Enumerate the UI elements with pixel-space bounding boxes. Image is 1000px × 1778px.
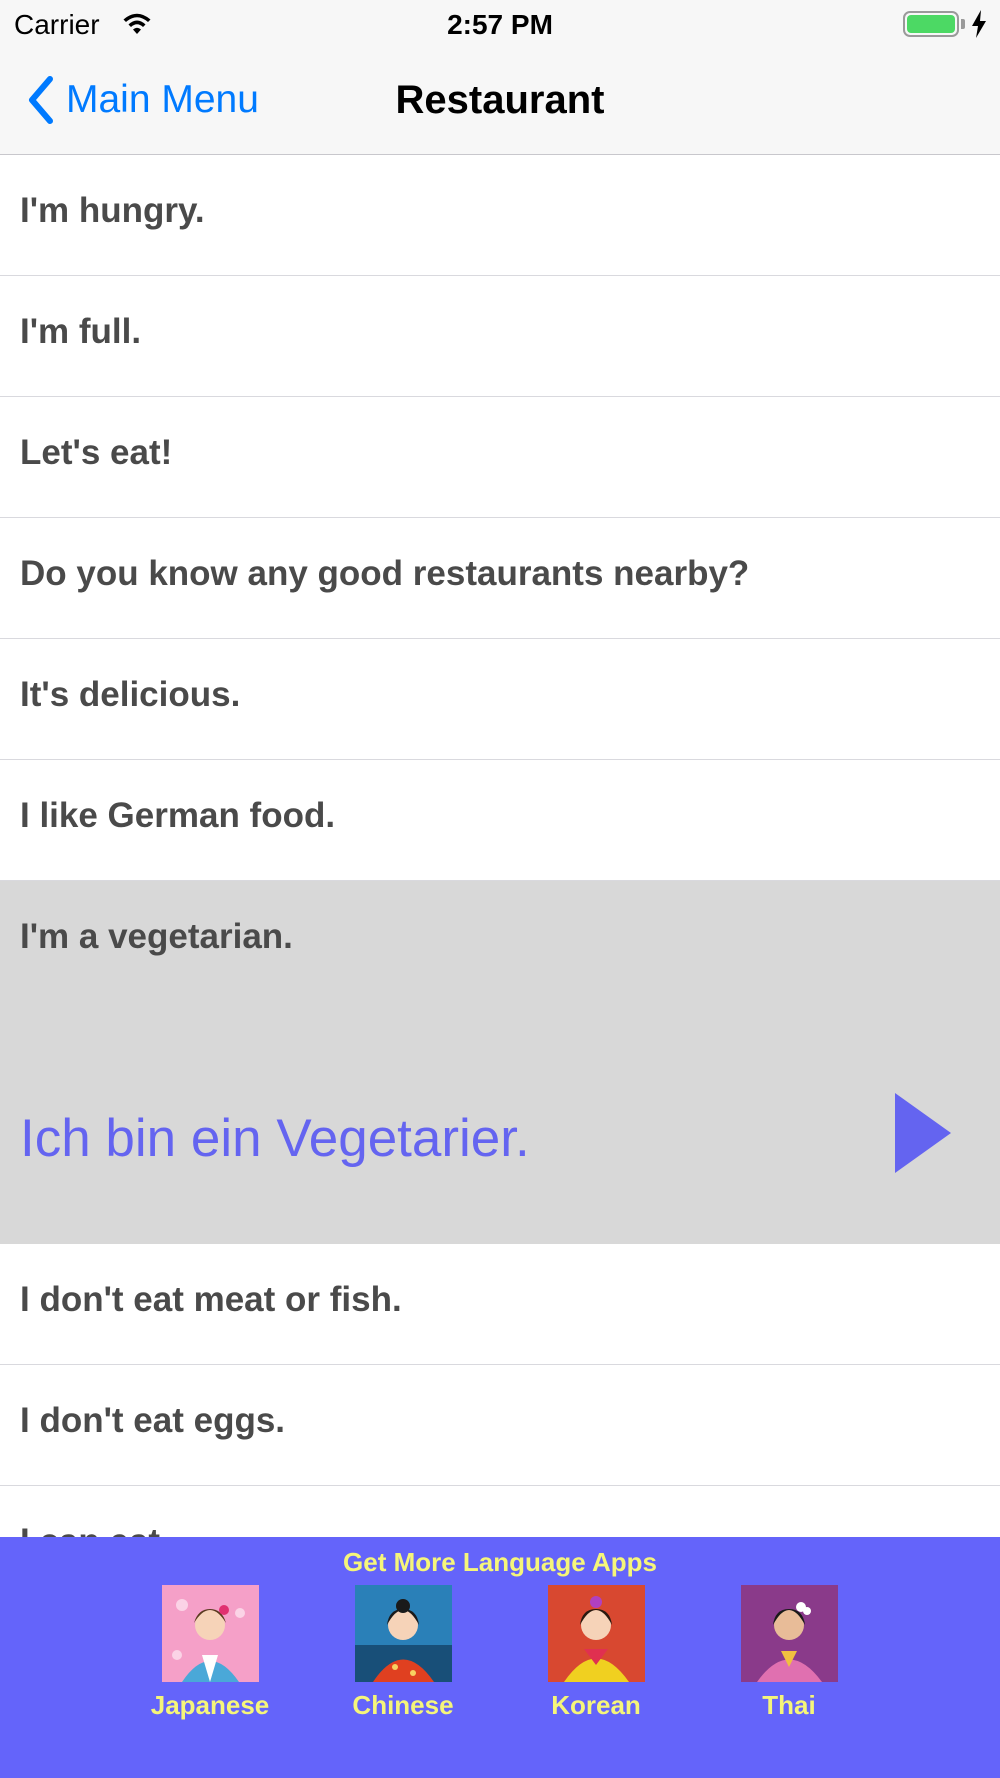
list-item[interactable]: I can eat ... xyxy=(0,1486,1000,1537)
promo-banner: Get More Language Apps Japanese Chinese xyxy=(0,1537,1000,1778)
phrase-text: I'm a vegetarian. xyxy=(20,917,293,956)
chinese-app-label: Chinese xyxy=(352,1690,454,1720)
thai-app-label: Thai xyxy=(762,1690,816,1720)
list-item[interactable]: I don't eat meat or fish. xyxy=(0,1244,1000,1365)
chinese-app-link[interactable]: Chinese xyxy=(318,1585,488,1721)
phrase-text: It's delicious. xyxy=(20,675,241,714)
phrase-text: I can eat ... xyxy=(20,1522,199,1537)
battery-icon xyxy=(903,11,959,37)
translation-text: Ich bin ein Vegetarier. xyxy=(20,1109,530,1168)
phrase-text: Let's eat! xyxy=(20,433,173,472)
battery-cap xyxy=(961,19,965,29)
page-title: Restaurant xyxy=(395,78,605,122)
promo-title: Get More Language Apps xyxy=(343,1547,657,1577)
thai-app-link[interactable]: Thai xyxy=(704,1585,874,1721)
phrase-list[interactable]: I'm hungry. I'm full. Let's eat! Do you … xyxy=(0,155,1000,1537)
list-item[interactable]: Do you know any good restaurants nearby? xyxy=(0,518,1000,639)
phrase-text: I like German food. xyxy=(20,796,336,835)
phrase-text: I don't eat meat or fish. xyxy=(20,1280,402,1319)
chinese-app-icon xyxy=(354,1585,452,1682)
phrase-text: I'm full. xyxy=(20,312,142,351)
list-item[interactable]: I'm full. xyxy=(0,276,1000,397)
list-item[interactable]: I like German food. xyxy=(0,760,1000,881)
japanese-app-icon xyxy=(161,1585,259,1682)
list-item[interactable]: Let's eat! xyxy=(0,397,1000,518)
navigation-bar: Main Menu Restaurant xyxy=(0,50,1000,155)
phrase-text: I'm hungry. xyxy=(20,191,205,230)
thai-app-icon xyxy=(740,1585,838,1682)
japanese-app-link[interactable]: Japanese xyxy=(125,1585,295,1721)
status-bar: Carrier 2:57 PM xyxy=(0,0,1000,50)
phrase-text: I don't eat eggs. xyxy=(20,1401,286,1440)
korean-app-label: Korean xyxy=(551,1690,641,1720)
list-item-selected[interactable]: I'm a vegetarian. Ich bin ein Vegetarier… xyxy=(0,881,1000,1244)
korean-app-icon xyxy=(547,1585,645,1682)
play-icon[interactable] xyxy=(893,1091,953,1175)
phrase-text: Do you know any good restaurants nearby? xyxy=(20,554,750,593)
japanese-app-label: Japanese xyxy=(150,1690,270,1720)
list-item[interactable]: I don't eat eggs. xyxy=(0,1365,1000,1486)
korean-app-link[interactable]: Korean xyxy=(511,1585,681,1721)
list-item[interactable]: I'm hungry. xyxy=(0,155,1000,276)
list-item[interactable]: It's delicious. xyxy=(0,639,1000,760)
charging-bolt-icon xyxy=(972,10,986,38)
status-time: 2:57 PM xyxy=(447,9,553,40)
